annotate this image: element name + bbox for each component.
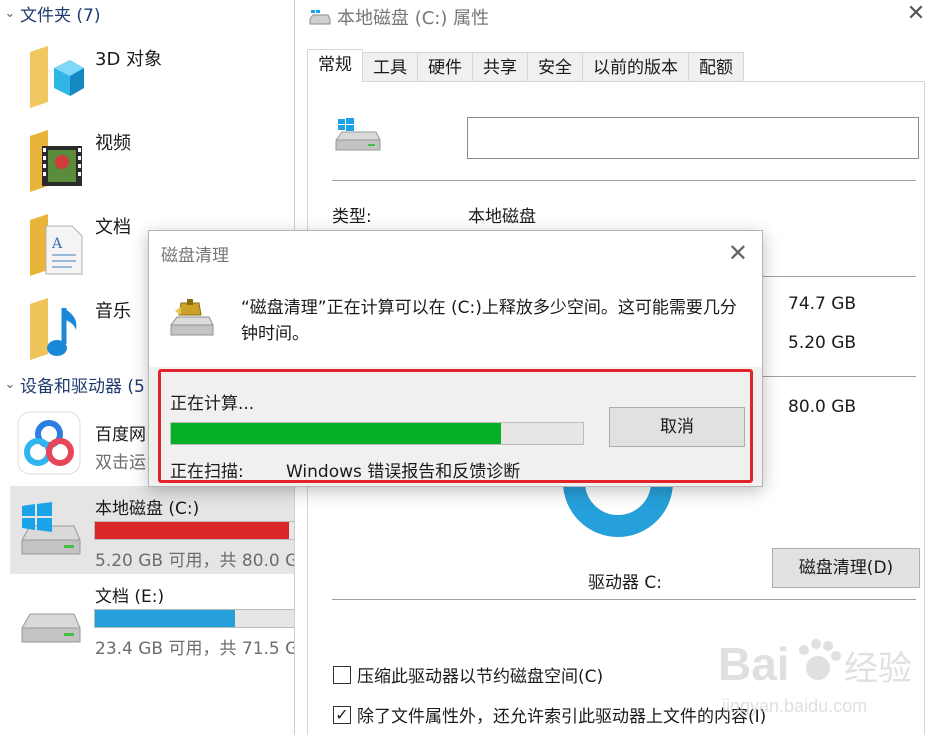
used-space-value: 74.7 GB	[788, 294, 857, 314]
tab-security[interactable]: 安全	[527, 52, 583, 82]
divider	[332, 180, 916, 181]
video-folder-icon	[30, 130, 82, 192]
tab-quota[interactable]: 配额	[688, 52, 744, 82]
close-icon[interactable]: ✕	[728, 239, 748, 267]
scanning-value: Windows 错误报告和反馈诊断	[286, 462, 521, 482]
folder-item-3d-objects[interactable]: 3D 对象	[22, 40, 292, 120]
documents-folder-icon: A	[30, 214, 83, 276]
tab-tools[interactable]: 工具	[362, 52, 418, 82]
progress-bar	[170, 422, 584, 445]
folder-name: 3D 对象	[95, 49, 163, 70]
scanning-label: 正在扫描:	[170, 462, 244, 482]
calculating-label: 正在计算...	[170, 394, 255, 414]
index-label: 除了文件属性外，还允许索引此驱动器上文件的内容(I)	[357, 707, 767, 727]
folder-name: 视频	[95, 133, 131, 154]
disk-cleanup-icon	[170, 299, 214, 336]
cancel-button[interactable]: 取消	[609, 407, 745, 447]
compress-label: 压缩此驱动器以节约磁盘空间(C)	[357, 667, 604, 687]
folder-name: 音乐	[95, 301, 131, 322]
progress-fill	[171, 423, 501, 444]
progress-highlight-box: 正在计算... 取消 正在扫描: Windows 错误报告和反馈诊断	[158, 369, 753, 483]
drive-icon	[21, 613, 81, 643]
tab-previous-versions[interactable]: 以前的版本	[582, 52, 689, 82]
drive-usage-bar	[94, 609, 304, 628]
watermark-url: jingyan.baidu.com	[721, 696, 867, 716]
watermark-brand-right: 经验	[844, 649, 912, 689]
chevron-down-icon: ⌄	[4, 5, 16, 21]
properties-title-bar: 本地磁盘 (C:) 属性	[309, 4, 489, 30]
drive-subtitle: 23.4 GB 可用，共 71.5 G	[95, 639, 299, 659]
devices-group-header[interactable]: ⌄ 设备和驱动器 (5	[0, 371, 145, 397]
disk-cleanup-button[interactable]: 磁盘清理(D)	[772, 548, 920, 588]
windows-drive-icon	[335, 118, 381, 151]
baidu-watermark: Bai 经验 jingyan.baidu.com	[718, 638, 912, 716]
folder-item-video[interactable]: 视频	[22, 124, 292, 204]
drive-item-c[interactable]: 本地磁盘 (C:) 5.20 GB 可用，共 80.0 G	[10, 486, 304, 574]
dialog-title-bar: 磁盘清理 ✕	[149, 231, 762, 277]
svg-text:A: A	[51, 236, 63, 252]
properties-tabs: 常规 工具 硬件 共享 安全 以前的版本 配额	[307, 49, 744, 82]
divider	[332, 599, 916, 600]
drive-item-e[interactable]: 文档 (E:) 23.4 GB 可用，共 71.5 G	[10, 574, 304, 662]
free-space-value: 5.20 GB	[788, 333, 857, 353]
paw-icon	[799, 639, 841, 680]
music-folder-icon	[30, 298, 77, 360]
drive-label: 驱动器 C:	[588, 573, 663, 593]
tab-hardware[interactable]: 硬件	[417, 52, 473, 82]
folders-header-label: 文件夹 (7)	[20, 5, 101, 26]
drive-usage-bar	[94, 521, 304, 540]
drive-icon	[309, 10, 331, 25]
drive-name: 文档 (E:)	[95, 587, 165, 607]
drive-name: 本地磁盘 (C:)	[95, 499, 200, 519]
folder-name: 文档	[95, 217, 131, 238]
folders-group-header[interactable]: ⌄ 文件夹 (7)	[0, 0, 101, 26]
devices-header-label: 设备和驱动器 (5	[20, 376, 145, 397]
properties-title: 本地磁盘 (C:) 属性	[337, 8, 490, 29]
dialog-message-area: “磁盘清理”正在计算可以在 (C:)上释放多少空间。这可能需要几分钟时间。	[149, 277, 762, 367]
compress-checkbox[interactable]	[333, 665, 351, 684]
disk-cleanup-dialog: 磁盘清理 ✕ “磁盘清理”正在计算可以在 (C:)上释放多少空间。这可能需要几分…	[148, 230, 763, 487]
drive-usage-fill	[95, 522, 290, 539]
watermark-brand-left: Bai	[718, 638, 790, 690]
close-icon[interactable]: ✕	[904, 2, 928, 26]
windows-drive-icon	[21, 502, 81, 555]
baidu-netdisk-icon	[17, 411, 81, 475]
chevron-down-icon: ⌄	[4, 376, 16, 392]
compress-option[interactable]: 压缩此驱动器以节约磁盘空间(C)	[333, 662, 603, 687]
dialog-title: 磁盘清理	[161, 246, 229, 266]
type-value: 本地磁盘	[468, 207, 536, 227]
drive-name: 百度网	[95, 425, 146, 445]
drive-name-input[interactable]	[467, 117, 919, 159]
drive-usage-fill	[95, 610, 235, 627]
tab-sharing[interactable]: 共享	[472, 52, 528, 82]
type-label: 类型:	[332, 207, 372, 227]
tab-general[interactable]: 常规	[307, 49, 363, 82]
dialog-message: “磁盘清理”正在计算可以在 (C:)上释放多少空间。这可能需要几分钟时间。	[241, 298, 737, 344]
drive-subtitle: 5.20 GB 可用，共 80.0 G	[95, 551, 299, 571]
index-option[interactable]: ✓ 除了文件属性外，还允许索引此驱动器上文件的内容(I)	[333, 702, 766, 727]
index-checkbox[interactable]: ✓	[333, 705, 351, 724]
3d-objects-folder-icon	[30, 46, 84, 108]
capacity-value: 80.0 GB	[788, 397, 857, 417]
drive-subtitle: 双击运	[95, 453, 146, 473]
